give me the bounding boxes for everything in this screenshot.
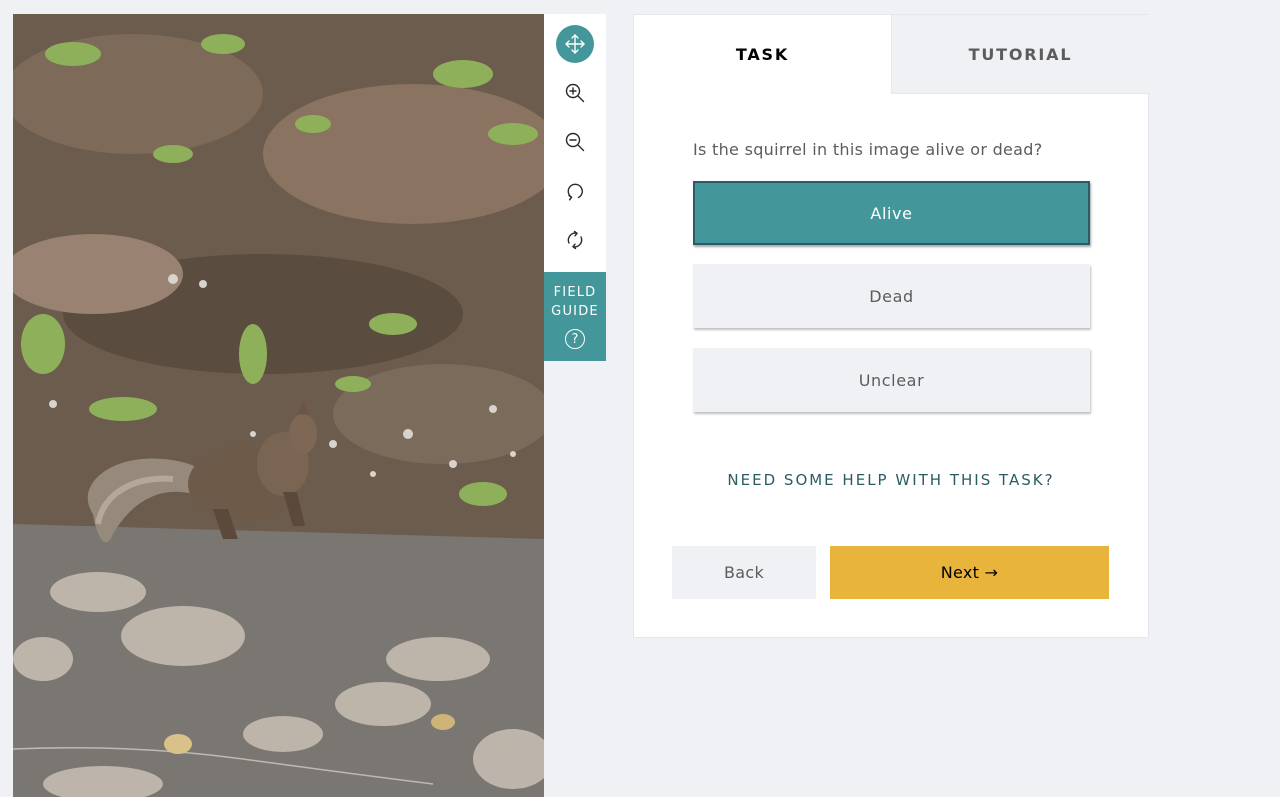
subject-image[interactable] — [13, 14, 544, 797]
answer-unclear-button[interactable]: Unclear — [693, 348, 1090, 412]
reset-icon — [567, 230, 583, 250]
tab-tutorial[interactable]: TUTORIAL — [891, 15, 1149, 94]
help-circle-icon: ? — [565, 329, 585, 349]
zoom-in-icon — [565, 83, 585, 103]
back-button[interactable]: Back — [672, 546, 816, 599]
panel-tabs: TASK TUTORIAL — [634, 15, 1149, 94]
task-panel: TASK TUTORIAL Is the squirrel in this im… — [633, 14, 1149, 638]
zoom-out-icon — [565, 132, 585, 152]
task-question: Is the squirrel in this image alive or d… — [693, 140, 1043, 159]
answer-alive-button[interactable]: Alive — [693, 181, 1090, 245]
answer-dead-button[interactable]: Dead — [693, 264, 1090, 328]
task-help-link[interactable]: NEED SOME HELP WITH THIS TASK? — [634, 471, 1148, 489]
rotate-button[interactable] — [556, 172, 594, 210]
zoom-out-button[interactable] — [556, 123, 594, 161]
squirrel-photo — [13, 14, 544, 797]
rotate-icon — [567, 183, 583, 201]
field-guide-label-line2: GUIDE — [551, 304, 599, 319]
zoom-in-button[interactable] — [556, 74, 594, 112]
image-toolbar — [544, 14, 606, 272]
move-button[interactable] — [556, 25, 594, 63]
field-guide-label-line1: FIELD — [553, 285, 597, 300]
reset-button[interactable] — [556, 221, 594, 259]
tab-task[interactable]: TASK — [634, 15, 891, 94]
move-icon — [565, 34, 585, 54]
next-button[interactable]: Next → — [830, 546, 1109, 599]
field-guide-button[interactable]: FIELD GUIDE ? — [544, 272, 606, 361]
